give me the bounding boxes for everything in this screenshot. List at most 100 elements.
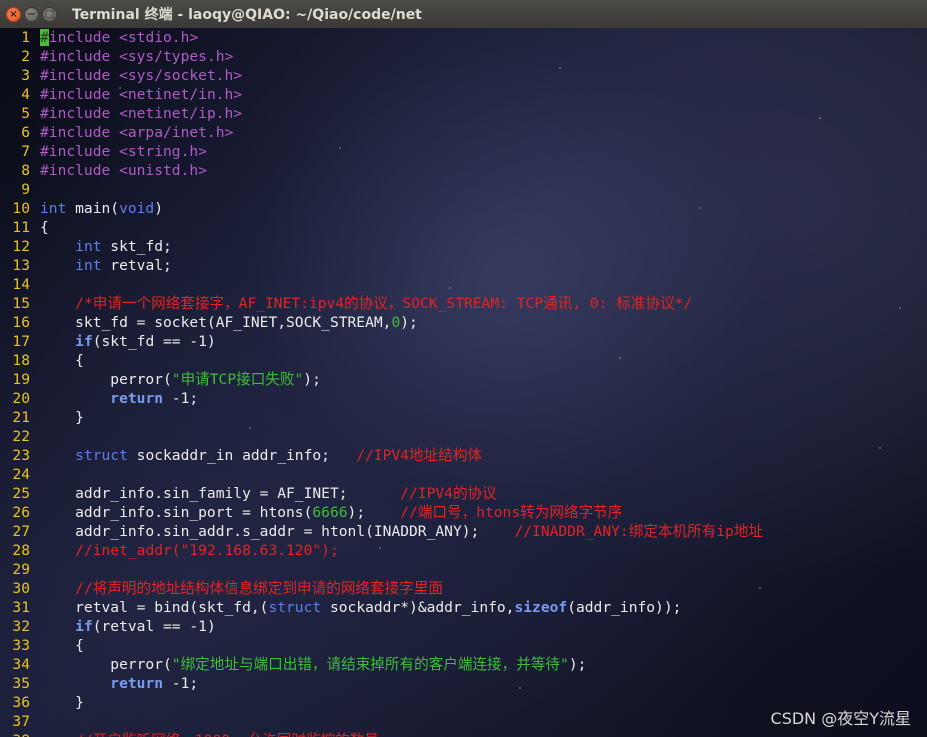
numeric-literal: 0 (391, 314, 401, 331)
code-line[interactable]: 38 //开启监听网络，1000: 允许同时监控的数量 (0, 731, 927, 737)
minimize-window-button[interactable]: − (24, 6, 39, 22)
preprocessor-token: <sys/socket.h> (119, 67, 243, 84)
line-number: 10 (12, 200, 30, 217)
window-titlebar[interactable]: × − □ Terminal 终端 - laoqy@QIAO: ~/Qiao/c… (0, 0, 927, 29)
code-text: ); (303, 371, 321, 388)
code-line[interactable]: 12 int skt_fd; (0, 237, 927, 256)
code-line[interactable]: 5 #include <netinet/ip.h> (0, 104, 927, 123)
code-line[interactable]: 22 (0, 427, 927, 446)
code-line[interactable]: 19 perror("申请TCP接口失败"); (0, 370, 927, 389)
code-line[interactable]: 26 addr_info.sin_port = htons(6666); //端… (0, 503, 927, 522)
line-number: 38 (0, 731, 30, 737)
code-text: sockaddr*)&addr_info, (321, 599, 515, 616)
code-comment: /*申请一个网络套接字，AF_INET:ipv4的协议，SOCK_STREAM:… (75, 295, 693, 312)
code-line[interactable]: 31 retval = bind(skt_fd,(struct sockaddr… (0, 598, 927, 617)
code-line[interactable]: 8 #include <unistd.h> (0, 161, 927, 180)
line-number: 30 (12, 580, 30, 597)
line-number: 2 (21, 48, 30, 65)
line-number: 21 (12, 409, 30, 426)
code-text: { (40, 219, 49, 236)
terminal-area[interactable]: 1 #include <stdio.h> 2 #include <sys/types.… (0, 28, 927, 737)
code-text: skt_fd; (101, 238, 172, 255)
preprocessor-token: <netinet/ip.h> (119, 105, 243, 122)
code-line[interactable]: 32 if(retval == -1) (0, 617, 927, 636)
code-line[interactable]: 18 { (0, 351, 927, 370)
code-comment: //inet_addr("192.168.63.120"); (75, 542, 339, 559)
code-text: { (40, 637, 84, 654)
numeric-literal: 6666 (312, 504, 348, 521)
code-line[interactable]: 28 //inet_addr("192.168.63.120"); (0, 541, 927, 560)
code-line[interactable]: 23 struct sockaddr_in addr_info; //IPV4地… (0, 446, 927, 465)
code-line[interactable]: 10 int main(void) (0, 199, 927, 218)
maximize-window-button[interactable]: □ (42, 6, 57, 22)
line-number: 4 (21, 86, 30, 103)
line-number: 24 (12, 466, 30, 483)
line-number: 25 (12, 485, 30, 502)
code-comment: //IPV4地址结构体 (356, 447, 483, 464)
close-window-button[interactable]: × (6, 6, 21, 22)
code-line[interactable]: 6 #include <arpa/inet.h> (0, 123, 927, 142)
preprocessor-token: #include (40, 48, 120, 65)
code-line[interactable]: 15 /*申请一个网络套接字，AF_INET:ipv4的协议，SOCK_STRE… (0, 294, 927, 313)
code-text: ) (154, 200, 164, 217)
code-line[interactable]: 30 //将声明的地址结构体信息绑定到申请的网络套接字里面 (0, 579, 927, 598)
line-number: 14 (12, 276, 30, 293)
line-number: 34 (12, 656, 30, 673)
code-line[interactable]: 13 int retval; (0, 256, 927, 275)
preprocessor-token: #include (40, 124, 120, 141)
code-text: -1; (163, 390, 199, 407)
code-line[interactable]: 17 if(skt_fd == -1) (0, 332, 927, 351)
window-title: Terminal 终端 - laoqy@QIAO: ~/Qiao/code/ne… (72, 7, 422, 23)
code-line[interactable]: 11 { (0, 218, 927, 237)
code-line[interactable]: 20 return -1; (0, 389, 927, 408)
code-text: main( (66, 200, 120, 217)
code-text: perror( (40, 656, 172, 673)
code-line[interactable]: 21 } (0, 408, 927, 427)
line-number: 13 (12, 257, 30, 274)
line-number: 7 (21, 143, 30, 160)
code-text: addr_info.sin_addr.s_addr = htonl(INADDR… (40, 523, 515, 540)
preprocessor-token: <arpa/inet.h> (119, 124, 234, 141)
line-number: 33 (12, 637, 30, 654)
preprocessor-token: <sys/types.h> (119, 48, 234, 65)
code-comment: //将声明的地址结构体信息绑定到申请的网络套接字里面 (75, 580, 443, 597)
code-line[interactable]: 2 #include <sys/types.h> (0, 47, 927, 66)
code-comment: //端口号，htons转为网络字节序 (400, 504, 623, 521)
line-number: 20 (12, 390, 30, 407)
code-line[interactable]: 35 return -1; (0, 674, 927, 693)
preprocessor-token: #include (40, 162, 120, 179)
code-line[interactable]: 4 #include <netinet/in.h> (0, 85, 927, 104)
code-line[interactable]: 9 (0, 180, 927, 199)
code-line[interactable]: 25 addr_info.sin_family = AF_INET; //IPV… (0, 484, 927, 503)
code-line[interactable]: 14 (0, 275, 927, 294)
vim-editor-buffer[interactable]: 1 #include <stdio.h> 2 #include <sys/types.… (0, 28, 927, 737)
line-number: 17 (12, 333, 30, 350)
preprocessor-token: #include (40, 105, 120, 122)
string-literal: "申请TCP接口失败" (171, 371, 304, 388)
code-text: skt_fd = socket(AF_INET,SOCK_STREAM, (40, 314, 392, 331)
code-line[interactable]: 29 (0, 560, 927, 579)
line-number: 16 (12, 314, 30, 331)
line-number: 6 (21, 124, 30, 141)
line-number: 15 (12, 295, 30, 312)
code-line[interactable]: 16 skt_fd = socket(AF_INET,SOCK_STREAM,0… (0, 313, 927, 332)
line-number: 32 (12, 618, 30, 635)
preprocessor-token: #include (40, 86, 120, 103)
code-line[interactable]: 34 perror("绑定地址与端口出错，请结束掉所有的客户端连接，并等待"); (0, 655, 927, 674)
line-number: 3 (21, 67, 30, 84)
code-line[interactable]: 3 #include <sys/socket.h> (0, 66, 927, 85)
line-number: 9 (21, 181, 30, 198)
line-number: 8 (21, 162, 30, 179)
code-text: (retval == -1) (92, 618, 216, 635)
code-line[interactable]: 33 { (0, 636, 927, 655)
code-line[interactable]: 27 addr_info.sin_addr.s_addr = htonl(INA… (0, 522, 927, 541)
code-line[interactable]: 24 (0, 465, 927, 484)
code-line[interactable]: 1 #include <stdio.h> (0, 28, 927, 47)
line-number: 19 (12, 371, 30, 388)
preprocessor-token: #include (40, 143, 120, 160)
code-line[interactable]: 7 #include <string.h> (0, 142, 927, 161)
type-keyword: int (75, 257, 102, 274)
